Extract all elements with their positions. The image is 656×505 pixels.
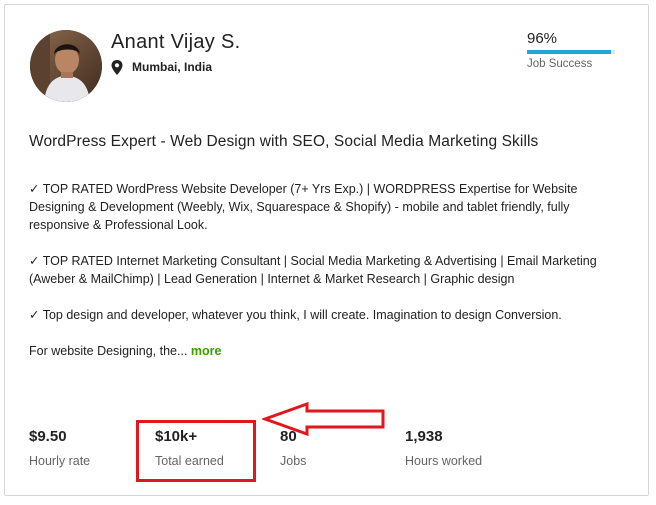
stat-label: Jobs: [280, 454, 307, 468]
job-success: 96% Job Success: [527, 30, 623, 70]
annotation-arrow-icon: [262, 401, 385, 437]
profile-title: WordPress Expert - Web Design with SEO, …: [29, 133, 539, 150]
description-truncated: For website Designing, the... more: [29, 342, 604, 360]
description-paragraph: ✓ TOP RATED WordPress Website Developer …: [29, 182, 578, 232]
stat-value: $9.50: [29, 428, 67, 445]
map-pin-icon: [111, 59, 123, 75]
stat-value: 1,938: [405, 428, 443, 445]
stat-label: Hours worked: [405, 454, 483, 468]
job-success-label: Job Success: [527, 58, 593, 70]
job-success-bar: [527, 50, 615, 54]
description-paragraph: ✓ Top design and developer, whatever you…: [29, 308, 562, 322]
job-success-bar-fill: [527, 50, 612, 54]
stat-hours-worked: 1,938 Hours worked: [405, 428, 482, 468]
avatar[interactable]: [30, 30, 102, 102]
more-link[interactable]: more: [191, 344, 222, 358]
stat-label: Hourly rate: [29, 454, 91, 468]
profile-description: ✓ TOP RATED WordPress Website Developer …: [29, 180, 604, 378]
annotation-highlight-box: [136, 420, 256, 482]
location-text: Mumbai, India: [132, 60, 213, 74]
truncated-text: For website Designing, the...: [29, 344, 188, 358]
location: Mumbai, India: [111, 59, 212, 75]
job-success-value: 96%: [527, 30, 558, 47]
description-paragraph: ✓ TOP RATED Internet Marketing Consultan…: [29, 254, 597, 286]
freelancer-name[interactable]: Anant Vijay S.: [111, 31, 240, 54]
stat-hourly-rate: $9.50 Hourly rate: [29, 428, 90, 468]
